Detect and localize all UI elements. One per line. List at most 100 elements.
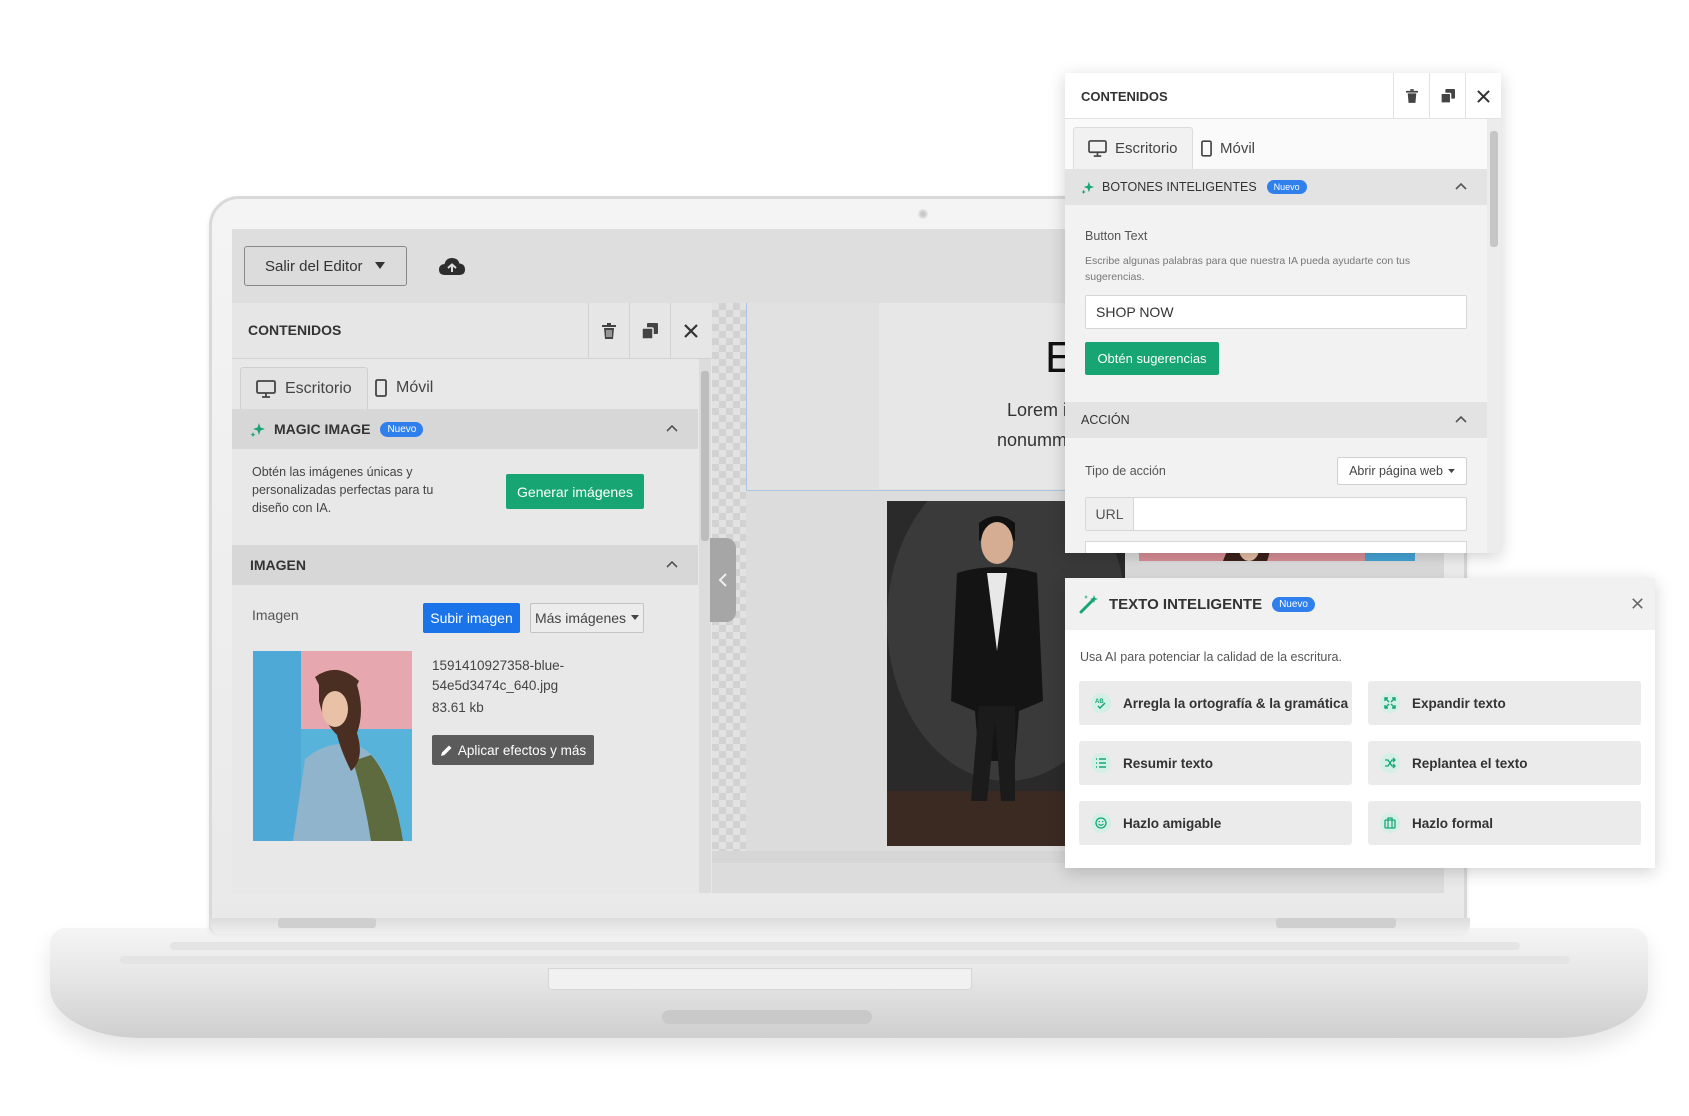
duplicate-icon [642,323,658,339]
magic-image-description: Obtén las imágenes únicas y personalizad… [252,465,434,515]
make-formal-button[interactable]: Hazlo formal [1368,801,1641,845]
fix-spelling-grammar-button[interactable]: AB Arregla la ortografía & la gramática [1079,681,1352,725]
url-input[interactable] [1134,498,1466,530]
tab-label: Móvil [1220,139,1256,157]
cloud-save-icon[interactable] [438,256,466,276]
new-badge: Nuevo [380,421,424,437]
action-type-select[interactable]: Abrir página web [1337,457,1467,485]
button-text-input[interactable]: SHOP NOW [1085,295,1467,329]
smart-buttons-panel: CONTENIDOS Escritorio Móvil BOTONES INTE… [1065,73,1501,553]
close-icon [684,324,698,338]
tab-label: Móvil [396,379,434,396]
sparkle-icon [250,423,265,437]
section-title: MAGIC IMAGE [274,421,371,437]
image-field-label: Imagen [252,607,299,623]
tab-desktop[interactable]: Escritorio [1073,127,1193,169]
next-field[interactable] [1085,541,1467,553]
button-text-value: SHOP NOW [1096,304,1174,320]
exit-editor-button[interactable]: Salir del Editor [244,246,407,286]
tab-mobile[interactable]: Móvil [1187,127,1269,169]
scrollbar-thumb[interactable] [1490,131,1498,247]
scrollbar-thumb[interactable] [701,371,709,541]
button-text-help: Escribe algunas palabras para que nuestr… [1085,255,1411,283]
summarize-text-button[interactable]: Resumir texto [1079,741,1352,785]
close-icon[interactable] [1632,598,1643,609]
more-images-dropdown[interactable]: Más imágenes [530,603,644,633]
expand-text-button[interactable]: Expandir texto [1368,681,1641,725]
action-label: Expandir texto [1412,695,1506,711]
section-title: BOTONES INTELIGENTES [1102,180,1257,194]
file-size: 83.61 kb [432,700,484,715]
panel-title: CONTENIDOS [1081,89,1168,104]
panel-scrollbar[interactable] [1487,119,1501,553]
delete-button[interactable] [1393,73,1429,119]
delete-button[interactable] [588,303,629,359]
briefcase-icon [1380,813,1400,833]
panel-scrollbar[interactable] [699,359,711,893]
magic-wand-icon [1079,595,1098,614]
action-label: Hazlo formal [1412,815,1494,831]
action-label: Arregla la ortografía & la gramática [1123,695,1349,711]
spellcheck-icon: AB [1091,693,1111,713]
action-section-header[interactable]: ACCIÓN [1065,402,1487,438]
more-images-label: Más imágenes [534,610,627,626]
touchpad [548,968,972,990]
apply-effects-button[interactable]: Aplicar efectos y más [432,735,594,765]
caret-down-icon [631,615,640,620]
device-tabs: Escritorio Móvil [232,359,712,409]
file-name-line1: 1591410927358-blue- [432,658,565,673]
tab-desktop[interactable]: Escritorio [240,367,368,409]
rephrase-text-button[interactable]: Replantea el texto [1368,741,1641,785]
button-text-label: Button Text [1085,229,1148,243]
hinge [278,918,376,928]
smart-text-panel: TEXTO INTELIGENTE Nuevo Usa AI para pote… [1065,578,1655,868]
panel-title: CONTENIDOS [248,322,342,338]
upload-image-button[interactable]: Subir imagen [423,603,520,633]
desktop-icon [1088,140,1107,157]
trash-icon [1405,89,1418,103]
action-label: Resumir texto [1123,755,1214,771]
action-label: Hazlo amigable [1123,815,1222,831]
chevron-up-icon [666,424,678,432]
close-button[interactable] [670,303,711,359]
section-title: ACCIÓN [1081,413,1130,427]
smart-text-header: TEXTO INTELIGENTE Nuevo [1065,578,1655,630]
generate-images-button[interactable]: Generar imágenes [506,474,644,509]
chevron-up-icon [1455,182,1467,190]
action-type-value: Abrir página web [1349,464,1443,478]
panel-header: CONTENIDOS [1065,73,1501,119]
duplicate-icon [1440,89,1455,103]
keyboard-row [170,942,1520,950]
tab-mobile[interactable]: Móvil [360,367,448,409]
action-type-label: Tipo de acción [1085,464,1166,478]
keyboard-row [120,956,1570,964]
smart-text-description: Usa AI para potenciar la calidad de la e… [1080,650,1342,664]
image-thumbnail[interactable] [253,651,412,841]
get-suggestions-button[interactable]: Obtén sugerencias [1085,342,1219,375]
chevron-up-icon [1455,415,1467,423]
magic-image-section-header[interactable]: MAGIC IMAGE Nuevo [232,409,698,449]
url-label: URL [1086,498,1134,530]
image-section-header[interactable]: IMAGEN [232,545,698,585]
laptop-notch [662,1010,872,1024]
expand-icon [1380,693,1400,713]
make-friendly-button[interactable]: Hazlo amigable [1079,801,1352,845]
smart-buttons-section-header[interactable]: BOTONES INTELIGENTES Nuevo [1065,169,1487,205]
collapse-panel-button[interactable] [710,538,736,622]
action-label: Replantea el texto [1412,755,1528,771]
mobile-icon [375,379,387,397]
desktop-icon [256,379,276,398]
smart-text-title: TEXTO INTELIGENTE [1109,595,1263,613]
chevron-left-icon [718,573,727,587]
caret-down-icon [374,262,385,269]
mobile-icon [1201,139,1212,157]
smile-icon [1091,813,1111,833]
close-button[interactable] [1465,73,1501,119]
duplicate-button[interactable] [1429,73,1465,119]
chevron-up-icon [666,560,678,568]
duplicate-button[interactable] [629,303,670,359]
tab-label: Escritorio [1115,140,1178,157]
new-badge: Nuevo [1266,180,1307,194]
contents-panel: CONTENIDOS Escritorio Móvil MAGIC IMAGE … [232,303,712,893]
new-badge: Nuevo [1272,596,1315,612]
